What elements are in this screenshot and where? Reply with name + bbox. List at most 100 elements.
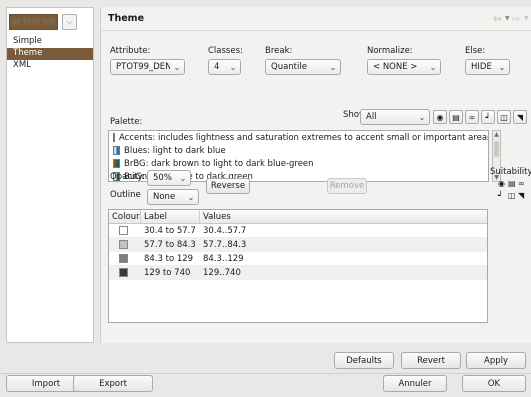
cancel-button[interactable]: Annuler [383,375,447,392]
opacity-label: Opacity: [110,172,145,182]
break-label: Break: [265,46,293,56]
page-title: Theme [108,13,145,24]
eye-icon: ◉ [498,179,505,188]
table-row[interactable]: 129 to 740 129..740 [109,266,487,280]
revert-button[interactable]: Revert [401,352,461,369]
projector-icon: ◥ [518,191,525,200]
chevron-down-icon: ⌄ [173,62,181,72]
back-arrow-icon[interactable]: ⇦ [493,14,501,25]
chevron-down-icon: ⌄ [179,173,187,183]
reverse-button[interactable]: Reverse [206,178,250,194]
table-header: Colour Label Values [109,210,487,224]
page-header-divider [100,30,531,31]
opacity-select[interactable]: 50% ⌄ [147,170,191,186]
screen-icon: ◫ [508,191,516,200]
table-row[interactable]: 57.7 to 84.3 57.7..84.3 [109,238,487,252]
break-select-value: Quantile [271,62,307,72]
label-cell[interactable]: 129 to 740 [141,268,200,278]
attribute-select[interactable]: PTOT99_DEN ⌄ [110,59,185,75]
colour-cell [109,254,141,263]
preference-tree-panel: ⌵ Simple Theme XML [6,7,94,343]
palette-item-accents[interactable]: Accents: includes lightness and saturati… [109,131,488,144]
chevron-down-icon: ⌄ [429,62,437,72]
label-cell[interactable]: 84.3 to 129 [141,254,200,264]
palette-label: Palette: [110,117,143,127]
lcd-icon[interactable]: ┙ [481,110,495,124]
table-row[interactable]: 30.4 to 57.7 30.4..57.7 [109,224,487,238]
colour-cell [109,240,141,249]
colour-cell [109,268,141,277]
column-header-label[interactable]: Label [141,210,200,223]
suitability-label: Suitability: [490,167,531,177]
values-cell[interactable]: 129..740 [200,268,241,278]
defaults-button[interactable]: Defaults [334,352,394,369]
else-select[interactable]: HIDE ⌄ [465,59,510,75]
projector-icon[interactable]: ◥ [513,110,527,124]
eye-icon[interactable]: ◉ [433,110,447,124]
apply-button[interactable]: Apply [466,352,526,369]
scrollbar-thumb[interactable] [494,141,499,157]
lcd-icon: ┙ [498,191,503,200]
palette-swatch [113,159,120,168]
else-label: Else: [465,46,486,56]
print-icon: ▤ [508,179,516,188]
else-select-value: HIDE [471,62,492,72]
break-select[interactable]: Quantile ⌄ [265,59,341,75]
classes-label: Classes: [208,46,243,56]
chevron-down-icon: ⌄ [187,192,195,202]
values-cell[interactable]: 57.7..84.3 [200,240,246,250]
column-header-colour[interactable]: Colour [109,210,141,223]
palette-item-label: Blues: light to dark blue [124,145,226,156]
normalize-label: Normalize: [367,46,413,56]
colour-swatch[interactable] [119,254,128,263]
classes-table[interactable]: Colour Label Values 30.4 to 57.7 30.4..5… [108,209,488,323]
opacity-select-value: 50% [153,173,172,183]
copy-icon[interactable]: ∞ [465,110,479,124]
palette-swatch [113,133,115,142]
tree-item-theme[interactable]: Theme [7,48,93,60]
screen-icon[interactable]: ◫ [497,110,511,124]
history-dropdown-icon[interactable]: ▼ [505,15,510,22]
values-cell[interactable]: 84.3..129 [200,254,244,264]
colour-swatch[interactable] [119,240,128,249]
classes-select[interactable]: 4 ⌄ [208,59,241,75]
outline-label: Outline [110,190,141,200]
tree-item-simple[interactable]: Simple [7,36,93,48]
palette-item-label: BrBG: dark brown to light to dark blue-g… [124,158,314,169]
label-cell[interactable]: 30.4 to 57.7 [141,226,200,236]
print-icon[interactable]: ▤ [449,110,463,124]
chevron-down-icon: ⌄ [329,62,337,72]
forward-arrow-icon[interactable]: ⇨ [512,14,520,25]
colour-swatch[interactable] [119,226,128,235]
chevron-down-icon: ⌄ [498,62,506,72]
filter-input[interactable] [9,14,58,30]
palette-item-brbg[interactable]: BrBG: dark brown to light to dark blue-g… [109,157,488,170]
outline-select-value: None [153,192,176,202]
scroll-up-icon[interactable]: ▲ [493,131,500,138]
tree-item-label: Theme [13,48,43,58]
remove-button[interactable]: Remove [327,178,367,194]
palette-swatch [113,146,120,155]
classes-select-value: 4 [214,62,220,72]
export-button[interactable]: Export [73,375,153,392]
tree-item-label: Simple [13,36,43,46]
outline-select[interactable]: None ⌄ [147,189,199,205]
copy-icon: ∞ [518,179,525,188]
colour-swatch[interactable] [119,268,128,277]
table-row[interactable]: 84.3 to 129 84.3..129 [109,252,487,266]
tree-item-label: XML [13,60,31,70]
column-header-values[interactable]: Values [200,210,487,223]
chevron-down-icon: ⌄ [418,112,426,122]
palette-item-label: Accents: includes lightness and saturati… [119,132,489,143]
show-select[interactable]: All ⌄ [360,109,430,125]
palette-item-blues[interactable]: Blues: light to dark blue [109,144,488,157]
normalize-select[interactable]: < NONE > ⌄ [367,59,441,75]
filter-clear-icon[interactable]: ⌵ [62,14,77,30]
dialog-divider [0,373,531,374]
tree-item-xml[interactable]: XML [7,60,93,72]
label-cell[interactable]: 57.7 to 84.3 [141,240,200,250]
ok-button[interactable]: OK [462,375,526,392]
show-select-value: All [366,112,377,122]
values-cell[interactable]: 30.4..57.7 [200,226,246,236]
chevron-down-icon: ⌄ [229,62,237,72]
